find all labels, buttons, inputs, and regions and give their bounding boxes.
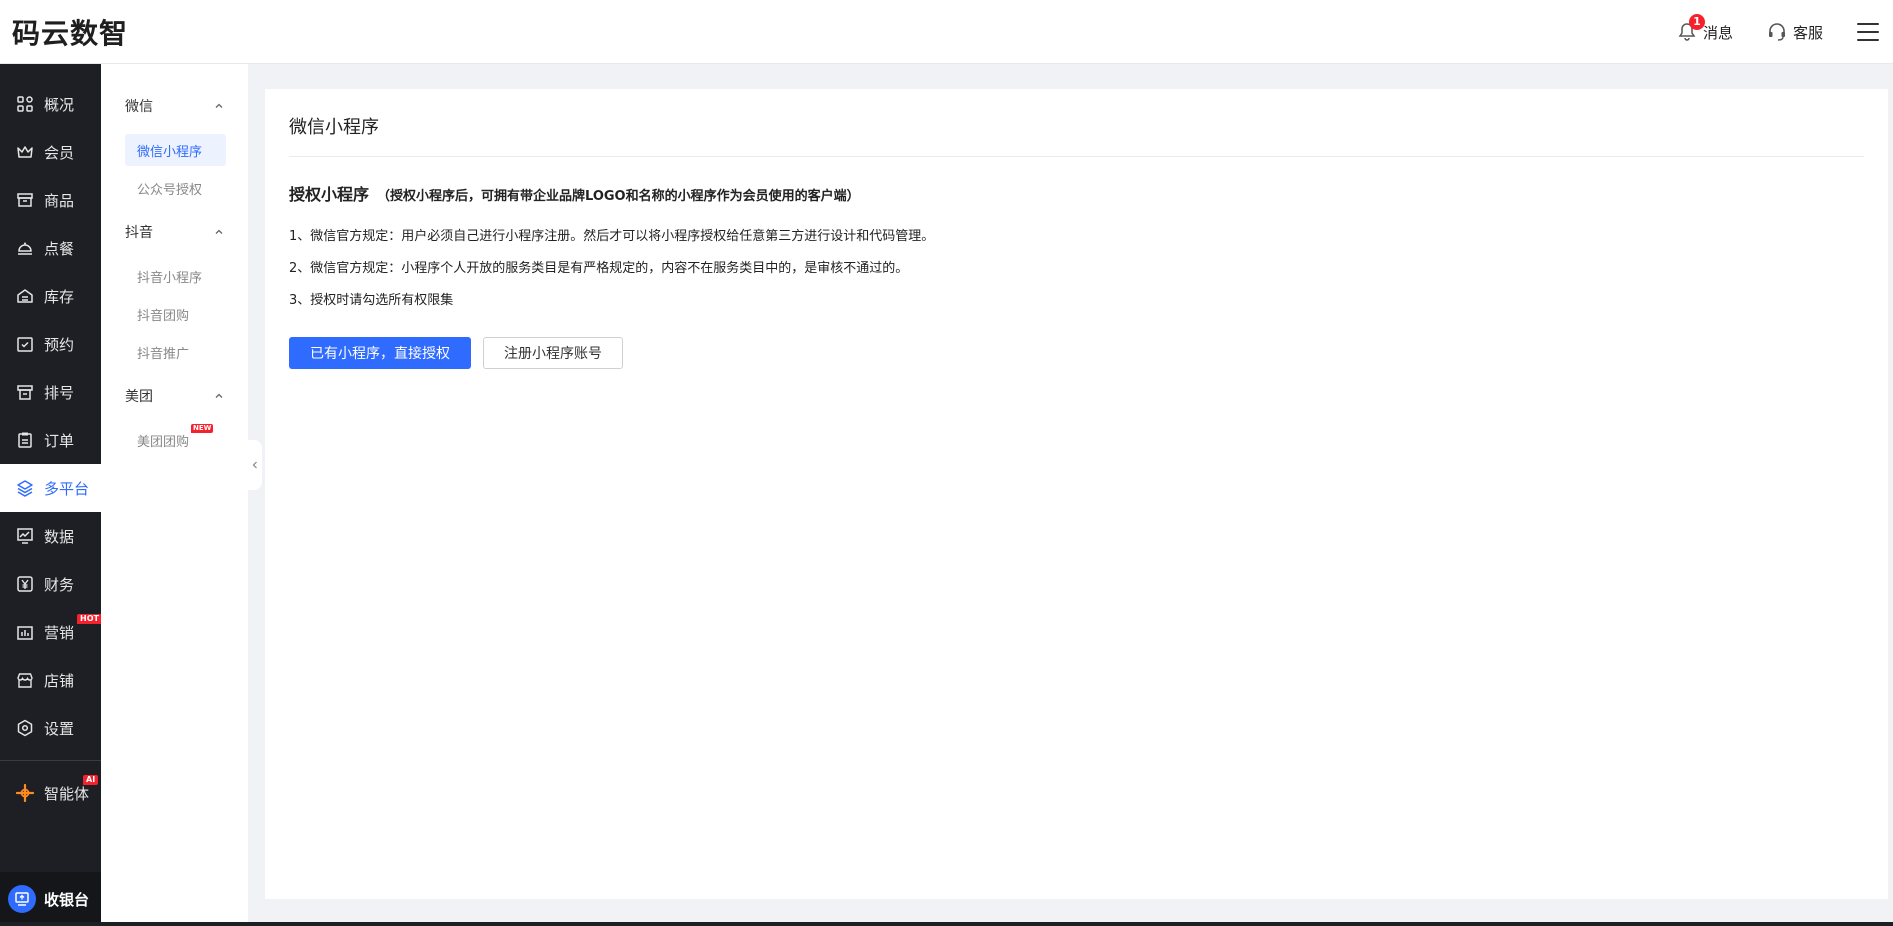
nav-item-products[interactable]: 商品 — [0, 176, 101, 224]
calendar-check-icon — [17, 337, 33, 352]
nav-label: 设置 — [44, 719, 75, 738]
grid-icon — [17, 96, 33, 112]
subnav-group-meituan[interactable]: 美团 — [101, 374, 248, 418]
nav-label: 营销 — [44, 623, 75, 642]
page-title: 微信小程序 — [289, 117, 379, 138]
subnav-group-wechat[interactable]: 微信 — [101, 84, 248, 128]
nav-item-shop[interactable]: 店铺 — [0, 656, 101, 704]
section-title: 授权小程序 — [289, 185, 370, 204]
nav-item-inventory[interactable]: 库存 — [0, 272, 101, 320]
subnav-item-official-account[interactable]: 公众号授权 — [125, 172, 226, 204]
nav-label: 会员 — [44, 143, 75, 162]
nav-label: 预约 — [44, 335, 75, 354]
chevron-left-icon — [252, 461, 257, 469]
rule-item: 3、授权时请勾选所有权限集 — [289, 293, 454, 308]
subnav-item-douyin-groupbuy[interactable]: 抖音团购 — [125, 298, 226, 330]
nav-item-orders[interactable]: 订单 — [0, 416, 101, 464]
primary-sidebar: 概况 会员 商品 点餐 库存 预约 排号 订单 多平台 数据 财务 营销 HOT… — [0, 64, 102, 926]
secondary-sidebar: 微信 微信小程序 公众号授权 抖音 抖音小程序 抖音团购 抖音推广 美团 美团团… — [101, 64, 248, 926]
title-divider — [289, 156, 1864, 157]
register-miniprogram-button[interactable]: 注册小程序账号 — [483, 337, 623, 369]
queue-ticket-icon — [17, 385, 33, 400]
nav-item-marketing[interactable]: 营销 HOT — [0, 608, 102, 656]
subnav-item-label: 微信小程序 — [137, 144, 203, 160]
nav-item-booking[interactable]: 预约 — [0, 320, 101, 368]
subnav-item-meituan-groupbuy[interactable]: 美团团购 NEW — [125, 424, 226, 456]
header-actions: 1 消息 客服 — [1677, 0, 1893, 64]
subnav-item-label: 抖音小程序 — [137, 270, 203, 286]
layers-icon — [17, 480, 33, 497]
settings-icon — [17, 719, 33, 737]
nav-label: 财务 — [44, 575, 75, 594]
nav-label: 商品 — [44, 191, 75, 210]
nav-item-finance[interactable]: 财务 — [0, 560, 101, 608]
nav-item-queue[interactable]: 排号 — [0, 368, 101, 416]
authorize-existing-button[interactable]: 已有小程序，直接授权 — [289, 337, 471, 369]
nav-item-multi-platform[interactable]: 多平台 — [0, 464, 101, 512]
section-header: 授权小程序 （授权小程序后，可拥有带企业品牌LOGO和名称的小程序作为会员使用的… — [289, 181, 860, 205]
nav-item-settings[interactable]: 设置 — [0, 704, 101, 752]
notification-count-badge: 1 — [1688, 13, 1705, 30]
top-header: 码云数智 1 消息 客服 — [0, 0, 1893, 64]
main-content-card: 微信小程序 授权小程序 （授权小程序后，可拥有带企业品牌LOGO和名称的小程序作… — [265, 89, 1888, 899]
ai-badge: AI — [83, 775, 99, 785]
nav-label: 数据 — [44, 527, 75, 546]
app-logo[interactable]: 码云数智 — [12, 12, 128, 52]
marketing-icon — [17, 626, 33, 640]
nav-item-data[interactable]: 数据 — [0, 512, 101, 560]
nav-item-ordering[interactable]: 点餐 — [0, 224, 101, 272]
rule-item: 1、微信官方规定：用户必须自己进行小程序注册。然后才可以将小程序授权给任意第三方… — [289, 229, 935, 244]
nav-label: 订单 — [44, 431, 75, 450]
hot-badge: HOT — [77, 614, 102, 624]
subnav-group-douyin[interactable]: 抖音 — [101, 210, 248, 254]
chevron-up-icon — [215, 103, 223, 108]
nav-label: 店铺 — [44, 671, 75, 690]
chevron-up-icon — [215, 393, 223, 398]
subnav-group-label: 微信 — [125, 99, 153, 115]
subnav-group-label: 美团 — [125, 389, 153, 405]
yen-icon — [17, 576, 33, 592]
chart-icon — [17, 528, 33, 544]
nav-item-ai-agent[interactable]: 智能体 AI — [0, 769, 101, 817]
nav-item-members[interactable]: 会员 — [0, 128, 101, 176]
subnav-item-label: 公众号授权 — [137, 182, 203, 198]
subnav-item-label: 抖音推广 — [137, 346, 190, 362]
customer-service-label: 客服 — [1792, 23, 1823, 42]
nav-label: 概况 — [44, 95, 75, 114]
notifications-button[interactable]: 1 消息 — [1677, 13, 1733, 43]
subnav-item-wechat-miniprogram[interactable]: 微信小程序 — [125, 134, 226, 166]
bottom-edge-bar — [0, 922, 1893, 926]
subnav-group-label: 抖音 — [125, 225, 153, 241]
hamburger-menu-icon[interactable] — [1857, 23, 1879, 41]
nav-label: 智能体 — [44, 784, 90, 803]
nav-divider — [0, 760, 101, 761]
inventory-icon — [17, 289, 33, 303]
clipboard-icon — [18, 432, 32, 448]
collapse-sidebar-toggle[interactable] — [248, 440, 262, 490]
subnav-item-douyin-miniprogram[interactable]: 抖音小程序 — [125, 260, 226, 292]
nav-label: 库存 — [44, 287, 75, 306]
subnav-item-label: 抖音团购 — [137, 308, 190, 324]
cashier-icon — [8, 885, 36, 913]
shop-icon — [17, 673, 33, 688]
headset-icon — [1768, 23, 1785, 41]
rule-item: 2、微信官方规定：小程序个人开放的服务类目是有严格规定的，内容不在服务类目中的，… — [289, 261, 909, 276]
dish-cover-icon — [18, 242, 32, 255]
nav-label: 排号 — [44, 383, 75, 402]
cashier-button[interactable]: 收银台 — [0, 872, 101, 926]
crown-icon — [17, 146, 33, 158]
ai-agent-icon — [16, 784, 34, 802]
nav-label: 多平台 — [44, 479, 90, 498]
customer-service-button[interactable]: 客服 — [1767, 22, 1823, 43]
cashier-label: 收银台 — [44, 890, 90, 909]
section-subtitle: （授权小程序后，可拥有带企业品牌LOGO和名称的小程序作为会员使用的客户端） — [377, 189, 860, 204]
chevron-up-icon — [215, 229, 223, 234]
new-badge: NEW — [191, 424, 214, 433]
nav-label: 点餐 — [44, 239, 75, 258]
store-box-icon — [17, 193, 33, 207]
subnav-item-douyin-promotion[interactable]: 抖音推广 — [125, 336, 226, 368]
nav-item-overview[interactable]: 概况 — [0, 80, 101, 128]
notifications-label: 消息 — [1702, 23, 1733, 42]
subnav-item-label: 美团团购 — [137, 434, 190, 450]
